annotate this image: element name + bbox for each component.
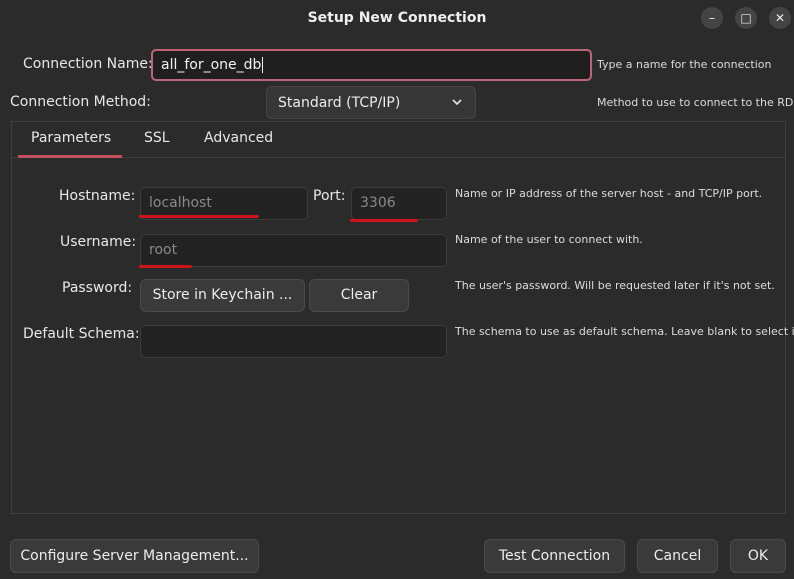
close-icon[interactable]: ✕ bbox=[769, 7, 791, 29]
username-annotation-underline bbox=[139, 265, 192, 268]
hostname-annotation-underline bbox=[139, 215, 259, 218]
store-in-keychain-button[interactable]: Store in Keychain ... bbox=[140, 279, 305, 312]
configure-server-management-button[interactable]: Configure Server Management... bbox=[10, 539, 259, 573]
connection-method-value: Standard (TCP/IP) bbox=[278, 95, 401, 111]
username-label: Username: bbox=[60, 234, 137, 250]
ok-button[interactable]: OK bbox=[730, 539, 786, 573]
text-caret bbox=[262, 57, 264, 73]
host-port-hint: Name or IP address of the server host - … bbox=[455, 187, 763, 200]
port-label: Port: bbox=[313, 188, 346, 204]
maximize-icon[interactable]: □ bbox=[735, 7, 757, 29]
window-title: Setup New Connection bbox=[307, 10, 487, 26]
username-hint: Name of the user to connect with. bbox=[455, 233, 643, 246]
connection-method-label: Connection Method: bbox=[10, 94, 151, 110]
cancel-button[interactable]: Cancel bbox=[637, 539, 718, 573]
minimize-icon[interactable]: – bbox=[701, 7, 723, 29]
tab-parameters[interactable]: Parameters bbox=[31, 130, 111, 146]
connection-name-value: all_for_one_db bbox=[161, 57, 262, 73]
connection-method-select[interactable]: Standard (TCP/IP) bbox=[266, 86, 476, 119]
password-label: Password: bbox=[62, 280, 133, 296]
tab-ssl[interactable]: SSL bbox=[144, 130, 170, 146]
test-connection-button[interactable]: Test Connection bbox=[484, 539, 625, 573]
tab-bar-divider bbox=[12, 157, 785, 158]
password-hint: The user's password. Will be requested l… bbox=[455, 279, 775, 292]
username-input[interactable]: root bbox=[140, 234, 447, 267]
tab-advanced[interactable]: Advanced bbox=[204, 130, 273, 146]
default-schema-hint: The schema to use as default schema. Lea… bbox=[455, 325, 794, 338]
connection-name-hint: Type a name for the connection bbox=[597, 58, 772, 71]
chevron-down-icon bbox=[452, 99, 462, 106]
connection-name-label: Connection Name: bbox=[23, 56, 153, 72]
default-schema-label: Default Schema: bbox=[23, 326, 140, 342]
port-input[interactable]: 3306 bbox=[351, 187, 447, 220]
clear-password-button[interactable]: Clear bbox=[309, 279, 409, 312]
tab-panel bbox=[11, 121, 786, 514]
default-schema-input[interactable] bbox=[140, 325, 447, 358]
active-tab-indicator bbox=[18, 155, 122, 158]
connection-method-hint: Method to use to connect to the RDBMS bbox=[597, 96, 794, 109]
port-annotation-underline bbox=[350, 219, 418, 222]
hostname-label: Hostname: bbox=[59, 188, 136, 204]
connection-name-input[interactable]: all_for_one_db bbox=[151, 49, 592, 81]
